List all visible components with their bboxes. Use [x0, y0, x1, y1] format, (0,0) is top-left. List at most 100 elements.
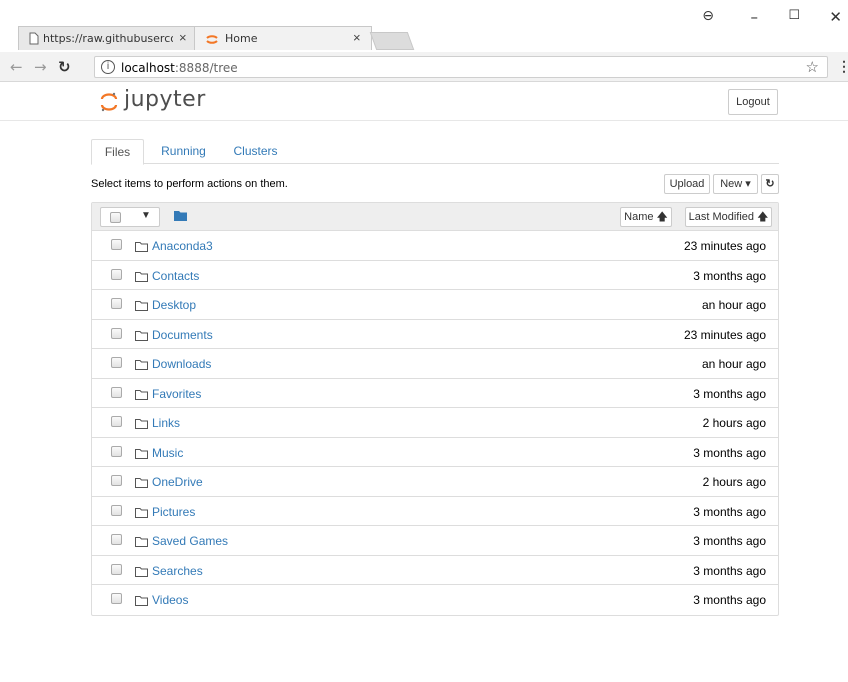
select-all-dropdown[interactable]: ▼	[100, 207, 160, 227]
item-checkbox[interactable]	[111, 239, 122, 250]
item-checkbox[interactable]	[111, 327, 122, 339]
upload-button[interactable]: Upload	[664, 174, 710, 194]
item-checkbox[interactable]	[111, 386, 122, 398]
instructions-text: Select items to perform actions on them.	[91, 178, 288, 190]
item-modified: an hour ago	[701, 298, 766, 312]
browser-menu-icon[interactable]: ⋮	[837, 58, 848, 75]
item-modified: 3 months ago	[693, 504, 766, 519]
logout-button[interactable]: Logout	[728, 89, 778, 115]
item-checkbox[interactable]	[111, 504, 122, 516]
refresh-button[interactable]: ↻	[761, 174, 779, 194]
item-name-link[interactable]: Favorites	[152, 387, 201, 401]
folder-icon	[135, 301, 148, 311]
url-text[interactable]: localhost:8888/tree	[121, 61, 238, 75]
tab-files[interactable]: Files	[91, 139, 144, 165]
folder-icon	[174, 211, 187, 221]
list-item[interactable]: Favorites 3 months ago	[92, 379, 778, 408]
list-item[interactable]: Searches 3 months ago	[92, 556, 778, 585]
item-modified: 23 minutes ago	[683, 239, 766, 253]
item-name-link[interactable]: Documents	[152, 328, 213, 342]
forward-icon[interactable]: →	[34, 58, 47, 76]
notebook-tabs: Files Running Clusters	[91, 139, 779, 165]
url-input[interactable]: i localhost:8888/tree ☆	[94, 56, 828, 78]
list-header: ▼ Name 🡅 Last Modified 🡅	[92, 203, 778, 231]
list-item[interactable]: OneDrive 2 hours ago	[92, 467, 778, 497]
item-modified: 3 months ago	[693, 563, 766, 578]
maximize-icon[interactable]: ☐	[788, 8, 800, 23]
folder-icon	[135, 537, 148, 547]
list-item[interactable]: Links 2 hours ago	[92, 408, 778, 438]
account-icon[interactable]: ⊖	[702, 8, 714, 24]
item-name-link[interactable]: Music	[152, 446, 183, 460]
browser-tab-label: Home	[225, 32, 258, 45]
bookmark-star-icon[interactable]: ☆	[806, 58, 819, 76]
folder-icon	[135, 478, 148, 488]
browser-tab-home[interactable]: Home ×	[194, 26, 372, 50]
chevron-down-icon[interactable]: ▼	[141, 210, 151, 221]
list-item[interactable]: Documents 23 minutes ago	[92, 320, 778, 349]
item-modified: 2 hours ago	[702, 475, 766, 489]
item-modified: 2 hours ago	[702, 416, 766, 430]
close-window-icon[interactable]: ✕	[829, 8, 842, 26]
item-name-link[interactable]: Searches	[152, 564, 203, 578]
item-name-link[interactable]: Videos	[152, 593, 188, 607]
list-item[interactable]: Music 3 months ago	[92, 438, 778, 467]
item-checkbox[interactable]	[111, 593, 122, 604]
list-item[interactable]: Downloads an hour ago	[92, 349, 778, 379]
item-modified: 3 months ago	[693, 445, 766, 460]
sort-by-modified-button[interactable]: Last Modified 🡅	[685, 207, 772, 227]
item-name-link[interactable]: Downloads	[152, 357, 211, 371]
browser-tab-label: https://raw.githubuserco	[43, 32, 173, 45]
item-name-link[interactable]: Contacts	[152, 269, 199, 283]
item-checkbox[interactable]	[111, 475, 122, 486]
close-icon[interactable]: ×	[353, 30, 361, 45]
list-item[interactable]: Anaconda3 23 minutes ago	[92, 231, 778, 261]
page-icon	[29, 32, 39, 45]
list-item[interactable]: Desktop an hour ago	[92, 290, 778, 320]
item-checkbox[interactable]	[111, 357, 122, 368]
new-tab-button[interactable]	[369, 32, 415, 50]
folder-icon	[135, 360, 148, 370]
close-icon[interactable]: ×	[179, 30, 187, 45]
sort-by-name-button[interactable]: Name 🡅	[620, 207, 672, 227]
file-rows: Anaconda3 23 minutes ago Contacts 3 months …	[92, 231, 778, 615]
select-all-checkbox[interactable]	[110, 212, 121, 223]
minimize-icon[interactable]: –	[751, 8, 759, 26]
logo-text: jupyter	[124, 87, 206, 112]
list-item[interactable]: Videos 3 months ago	[92, 585, 778, 615]
item-name-link[interactable]: Saved Games	[152, 534, 228, 548]
item-modified: an hour ago	[701, 357, 766, 371]
item-name-link[interactable]: Desktop	[152, 298, 196, 312]
address-bar: ← → ↻ i localhost:8888/tree ☆ ⋮	[0, 52, 848, 82]
browser-tab-raw[interactable]: https://raw.githubuserco ×	[18, 26, 196, 50]
item-modified: 23 minutes ago	[683, 327, 766, 342]
jupyter-logo-icon	[100, 92, 118, 112]
back-icon[interactable]: ←	[10, 58, 23, 76]
item-name-link[interactable]: Links	[152, 416, 180, 430]
folder-icon	[135, 242, 148, 252]
item-checkbox[interactable]	[111, 534, 122, 545]
item-checkbox[interactable]	[111, 416, 122, 427]
reload-icon[interactable]: ↻	[58, 58, 71, 76]
new-button[interactable]: New ▾	[713, 174, 758, 194]
item-checkbox[interactable]	[111, 298, 122, 309]
folder-icon	[135, 271, 148, 282]
list-item[interactable]: Contacts 3 months ago	[92, 261, 778, 290]
list-item[interactable]: Pictures 3 months ago	[92, 497, 778, 526]
item-modified: 3 months ago	[693, 593, 766, 607]
tab-clusters[interactable]: Clusters	[223, 139, 288, 164]
item-name-link[interactable]: OneDrive	[152, 475, 203, 489]
jupyter-favicon-icon	[206, 35, 218, 44]
item-name-link[interactable]: Anaconda3	[152, 239, 213, 253]
item-checkbox[interactable]	[111, 268, 122, 280]
info-icon[interactable]: i	[101, 60, 115, 74]
tab-running[interactable]: Running	[151, 139, 216, 164]
item-checkbox[interactable]	[111, 445, 122, 457]
item-checkbox[interactable]	[111, 563, 122, 575]
item-name-link[interactable]: Pictures	[152, 505, 195, 519]
browser-titlebar: https://raw.githubuserco × Home × ⊖ – ☐ …	[0, 0, 848, 52]
folder-icon	[135, 419, 148, 429]
list-item[interactable]: Saved Games 3 months ago	[92, 526, 778, 556]
jupyter-header: jupyter Logout	[0, 83, 848, 121]
folder-icon	[135, 596, 148, 606]
